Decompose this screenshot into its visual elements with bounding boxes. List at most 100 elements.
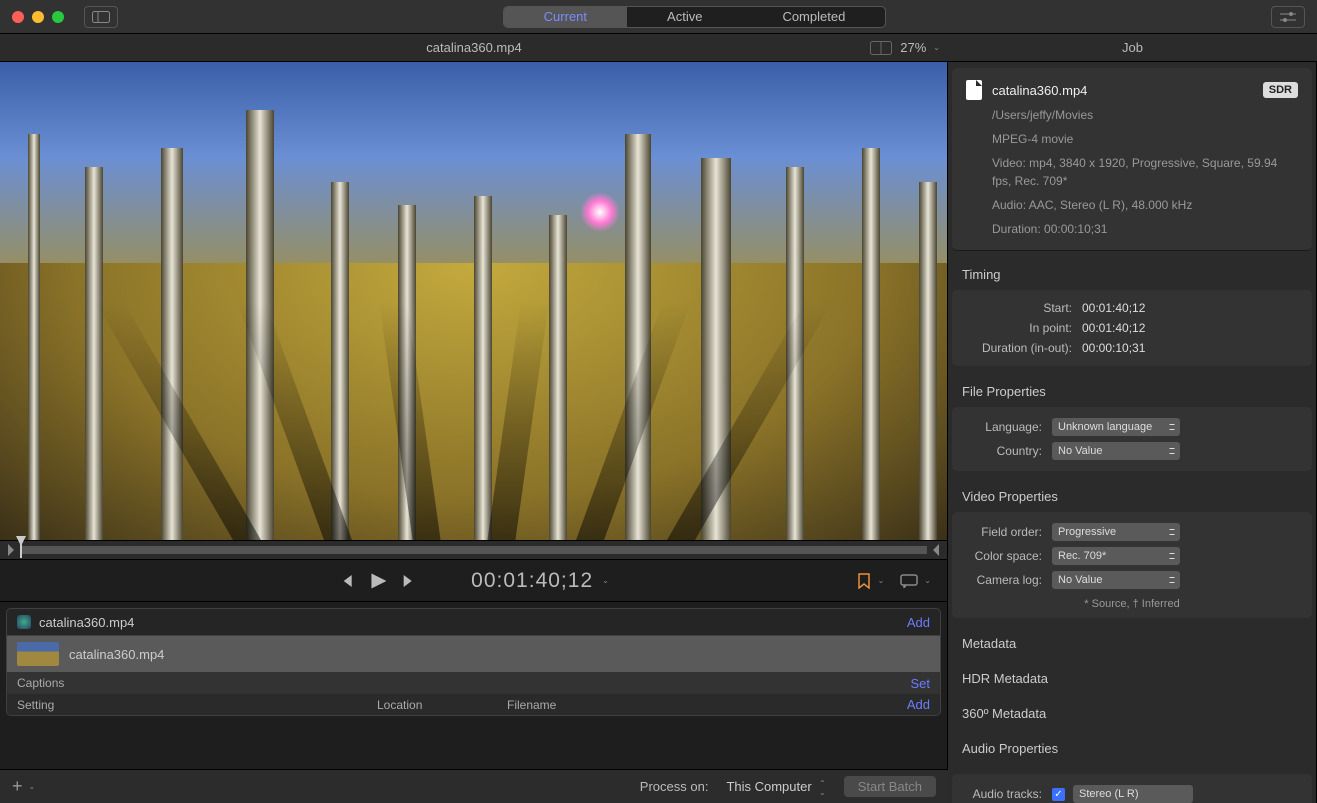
titlebar: Current Active Completed bbox=[0, 0, 1317, 34]
cameralog-select[interactable]: No Value bbox=[1052, 571, 1180, 589]
output-header-row: Setting Location Filename Add bbox=[6, 694, 941, 716]
sidebar-icon bbox=[92, 11, 110, 23]
add-setting-link[interactable]: Add bbox=[907, 697, 930, 712]
process-on-label: Process on: bbox=[640, 779, 709, 794]
inspector-panel: catalina360.mp4 SDR /Users/jeffy/Movies … bbox=[948, 62, 1317, 803]
videoprops-footnote: * Source, † Inferred bbox=[962, 598, 1302, 610]
colorspace-select[interactable]: Rec. 709* bbox=[1052, 547, 1180, 565]
metadata-section-header[interactable]: Metadata bbox=[948, 626, 1316, 661]
col-setting: Setting bbox=[17, 698, 377, 712]
videoprops-title: Video Properties bbox=[948, 479, 1316, 504]
out-point-icon[interactable] bbox=[933, 544, 939, 556]
duration-label: Duration (in-out): bbox=[962, 341, 1082, 355]
in-point-icon[interactable] bbox=[8, 544, 14, 556]
job-name: catalina360.mp4 bbox=[39, 615, 134, 630]
col-filename: Filename bbox=[507, 698, 637, 712]
file-kind: MPEG-4 movie bbox=[992, 130, 1298, 148]
colorspace-label: Color space: bbox=[962, 549, 1052, 563]
fieldorder-select[interactable]: Progressive bbox=[1052, 523, 1180, 541]
timeline-track[interactable] bbox=[20, 546, 927, 554]
audiotracks-label: Audio tracks: bbox=[962, 787, 1052, 801]
sliders-icon bbox=[1280, 11, 1296, 23]
file-audio-info: Audio: AAC, Stereo (L R), 48.000 kHz bbox=[992, 196, 1298, 214]
fieldorder-label: Field order: bbox=[962, 525, 1052, 539]
country-label: Country: bbox=[962, 444, 1052, 458]
source-filename: catalina360.mp4 bbox=[69, 647, 164, 662]
process-on-select[interactable]: This Computer ⌃⌄ bbox=[718, 777, 829, 796]
fileprops-title: File Properties bbox=[948, 374, 1316, 399]
hdr-metadata-section-header[interactable]: HDR Metadata bbox=[948, 661, 1316, 696]
captions-label: Captions bbox=[17, 676, 64, 690]
inpoint-label: In point: bbox=[962, 321, 1082, 335]
tab-current[interactable]: Current bbox=[504, 7, 627, 27]
chevron-down-icon: ⌄ bbox=[924, 576, 931, 585]
subheader: catalina360.mp4 27%⌄ Job bbox=[0, 34, 1317, 62]
document-icon bbox=[966, 80, 982, 100]
start-batch-button[interactable]: Start Batch bbox=[844, 776, 936, 797]
minimize-window-icon[interactable] bbox=[32, 11, 44, 23]
play-button[interactable] bbox=[367, 571, 387, 591]
tab-active[interactable]: Active bbox=[627, 7, 742, 27]
file-title: catalina360.mp4 bbox=[992, 83, 1087, 98]
timecode-display[interactable]: 00:01:40;12⌄ bbox=[471, 569, 610, 593]
fileprops-section: Language:Unknown language Country:No Val… bbox=[952, 407, 1312, 471]
timing-section: Start:00:01:40;12 In point:00:01:40;12 D… bbox=[952, 290, 1312, 366]
bookmark-icon bbox=[856, 573, 872, 589]
source-row[interactable]: catalina360.mp4 bbox=[6, 636, 941, 672]
audio-section-header[interactable]: Audio Properties bbox=[948, 731, 1316, 766]
file-info-section: catalina360.mp4 SDR /Users/jeffy/Movies … bbox=[952, 68, 1312, 251]
sidebar-toggle-button[interactable] bbox=[84, 6, 118, 28]
close-window-icon[interactable] bbox=[12, 11, 24, 23]
file-video-info: Video: mp4, 3840 x 1920, Progressive, Sq… bbox=[992, 154, 1298, 190]
360-metadata-section-header[interactable]: 360º Metadata bbox=[948, 696, 1316, 731]
inspector-title: Job bbox=[948, 40, 1317, 55]
view-tabs: Current Active Completed bbox=[503, 6, 887, 28]
traffic-lights bbox=[12, 11, 64, 23]
file-duration: Duration: 00:00:10;31 bbox=[992, 220, 1298, 238]
next-frame-button[interactable] bbox=[401, 573, 417, 589]
chevron-down-icon: ⌄ bbox=[29, 782, 36, 791]
language-select[interactable]: Unknown language bbox=[1052, 418, 1180, 436]
transport-bar: 00:01:40;12⌄ ⌄ ⌄ bbox=[0, 560, 947, 602]
set-captions-link[interactable]: Set bbox=[910, 676, 930, 691]
compressor-icon bbox=[17, 615, 31, 629]
preview-filename: catalina360.mp4 bbox=[426, 40, 521, 55]
inpoint-value: 00:01:40;12 bbox=[1082, 321, 1145, 335]
video-preview[interactable] bbox=[0, 62, 947, 540]
sdr-badge: SDR bbox=[1263, 82, 1298, 98]
plus-icon: + bbox=[12, 776, 23, 797]
zoom-select[interactable]: 27%⌄ bbox=[900, 40, 940, 55]
chevron-down-icon: ⌄ bbox=[602, 576, 610, 585]
add-output-link[interactable]: Add bbox=[907, 615, 930, 630]
file-path: /Users/jeffy/Movies bbox=[992, 106, 1298, 124]
videoprops-section: Field order:Progressive Color space:Rec.… bbox=[952, 512, 1312, 618]
prev-frame-button[interactable] bbox=[337, 573, 353, 589]
audiotrack-select[interactable]: Stereo (L R) bbox=[1073, 785, 1193, 803]
duration-value: 00:00:10;31 bbox=[1082, 341, 1145, 355]
timeline[interactable] bbox=[0, 540, 947, 560]
tab-completed[interactable]: Completed bbox=[742, 7, 885, 27]
bottom-bar: + ⌄ Process on: This Computer ⌃⌄ Start B… bbox=[0, 769, 948, 803]
marker-button[interactable]: ⌄ bbox=[856, 573, 885, 589]
add-menu-button[interactable]: + ⌄ bbox=[12, 776, 35, 797]
chevron-down-icon: ⌄ bbox=[933, 43, 940, 52]
source-thumbnail bbox=[17, 642, 59, 666]
comment-button[interactable]: ⌄ bbox=[900, 574, 931, 588]
language-label: Language: bbox=[962, 420, 1052, 434]
job-header[interactable]: catalina360.mp4 Add bbox=[6, 608, 941, 636]
start-value: 00:01:40;12 bbox=[1082, 301, 1145, 315]
fullscreen-window-icon[interactable] bbox=[52, 11, 64, 23]
start-label: Start: bbox=[962, 301, 1082, 315]
audiotrack-checkbox[interactable] bbox=[1052, 788, 1065, 801]
audioprops-section: Audio tracks: Stereo (L R) bbox=[952, 774, 1312, 803]
speech-bubble-icon bbox=[900, 574, 918, 588]
country-select[interactable]: No Value bbox=[1052, 442, 1180, 460]
chevron-down-icon: ⌄ bbox=[878, 576, 885, 585]
timing-title: Timing bbox=[948, 257, 1316, 282]
inspector-toggle-button[interactable] bbox=[1271, 6, 1305, 28]
cameralog-label: Camera log: bbox=[962, 573, 1052, 587]
playhead[interactable] bbox=[20, 542, 22, 558]
captions-row[interactable]: Captions Set bbox=[6, 672, 941, 694]
compare-view-icon[interactable] bbox=[870, 41, 892, 55]
col-location: Location bbox=[377, 698, 507, 712]
